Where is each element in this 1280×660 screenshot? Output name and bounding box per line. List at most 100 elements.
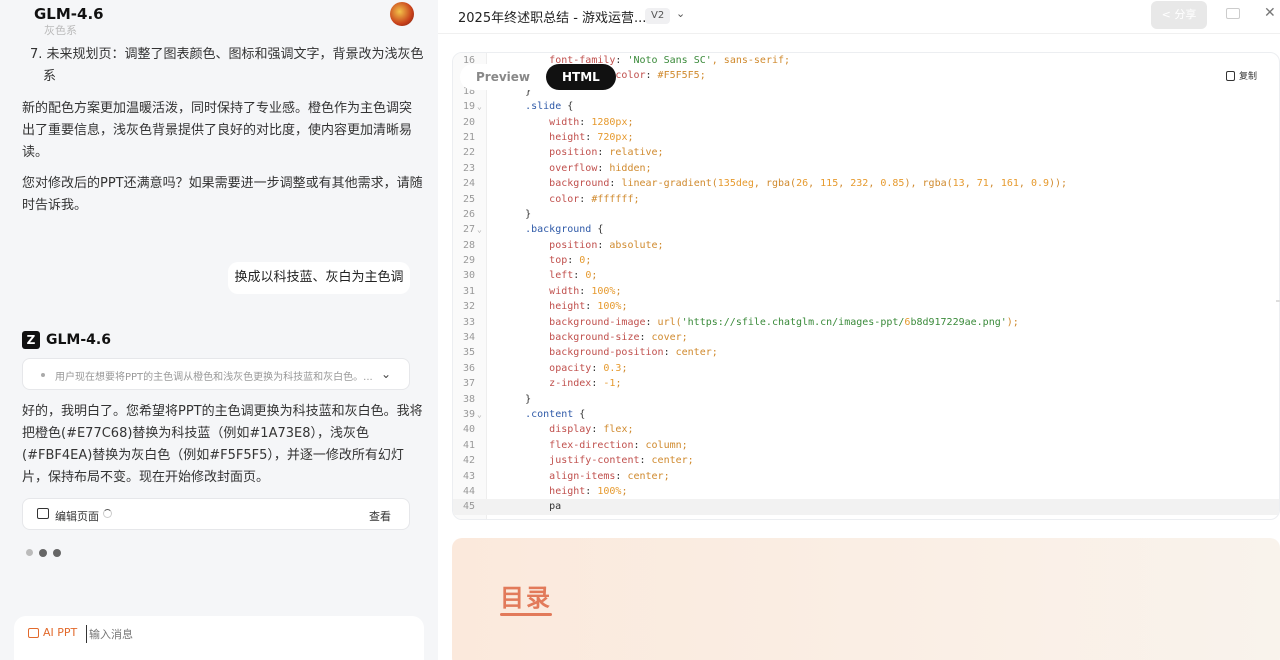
reply-line: (#FBF4EA)替换为灰白色（例如#F5F5F5），并逐一修改所有幻灯 <box>22 448 404 463</box>
code-text: .slide { <box>525 101 574 113</box>
code-text: height: 100%; <box>549 301 628 313</box>
ask-line: 您对修改后的PPT还满意吗？如果需要进一步调整或有其他需求，请随 <box>22 176 423 191</box>
line-number: 34 <box>462 332 475 344</box>
bullet-icon <box>41 373 45 377</box>
version-badge[interactable]: V2 <box>645 8 671 24</box>
bot-logo-icon: Z <box>22 331 40 349</box>
code-text: overflow: hidden; <box>549 162 652 174</box>
summary-line: 读。 <box>22 145 49 160</box>
line-number: 20 <box>462 116 475 128</box>
line-number: 35 <box>462 347 475 359</box>
copy-label: 复制 <box>1239 72 1258 82</box>
user-message-bubble: 换成以科技蓝、灰白为主色调 <box>228 262 410 294</box>
code-line: 36 opacity: 0.3; <box>453 361 1279 376</box>
line-number: 38 <box>462 393 475 405</box>
code-text: left: 0; <box>549 270 598 282</box>
line-number: 27 <box>462 224 475 236</box>
edit-page-card: 编辑页面 查看 <box>22 498 410 530</box>
line-number: 37 <box>462 378 475 390</box>
code-line: 28 position: absolute; <box>453 238 1279 253</box>
code-text: width: 100%; <box>549 285 622 297</box>
fold-chevron-icon[interactable]: ⌄ <box>477 222 482 237</box>
code-line: 41 flex-direction: column; <box>453 438 1279 453</box>
document-title: 2025年终述职总结 - 游戏运营... <box>458 11 647 26</box>
code-text: .content { <box>525 408 586 420</box>
share-label: 分享 <box>1174 8 1197 21</box>
code-line: 34 background-size: cover; <box>453 330 1279 345</box>
line-number: 36 <box>462 362 475 374</box>
code-line: 43 align-items: center; <box>453 469 1279 484</box>
code-text: color: #ffffff; <box>549 193 640 205</box>
line-number: 45 <box>462 501 475 513</box>
share-button[interactable]: < 分享 <box>1151 1 1207 29</box>
code-line: 22 position: relative; <box>453 145 1279 160</box>
code-text: display: flex; <box>549 424 634 436</box>
code-line: 38 } <box>453 392 1279 407</box>
code-line: 32 height: 100%; <box>453 299 1279 314</box>
version-chevron-down-icon[interactable]: ⌄ <box>676 7 685 20</box>
line-number: 43 <box>462 470 475 482</box>
code-line: 45 pa <box>453 499 1279 515</box>
message-composer: AI PPT <box>14 616 424 660</box>
code-line: 26 } <box>453 207 1279 222</box>
line-number: 24 <box>462 178 475 190</box>
view-tabs: Preview HTML <box>460 64 616 90</box>
thinking-panel[interactable]: 用户现在想要将PPT的主色调从橙色和浅灰色更换为科技蓝和灰白色。... ⌄ <box>22 358 410 390</box>
typing-dot <box>53 549 61 557</box>
code-text: width: 1280px; <box>549 116 634 128</box>
code-line: 39 ⌄ .content { <box>453 407 1279 422</box>
code-text: position: relative; <box>549 147 664 159</box>
code-text: z-index: -1; <box>549 378 622 390</box>
code-text: top: 0; <box>549 255 592 267</box>
slide-preview: 目录 <box>452 538 1280 660</box>
present-icon[interactable] <box>1226 8 1240 19</box>
typing-dot <box>39 549 47 557</box>
code-editor[interactable]: 16 font-family: 'Noto Sans SC', sans-ser… <box>452 52 1280 520</box>
code-text: position: absolute; <box>549 239 664 251</box>
line-number: 39 <box>462 408 475 420</box>
ai-ppt-icon <box>28 628 39 638</box>
chat-panel: GLM-4.6 灰色系 7. 未来规划页：调整了图表颜色、图标和强调文字，背景改… <box>0 0 438 660</box>
reply-line: 好的，我明白了。您希望将PPT的主色调更换为科技蓝和灰白色。我将 <box>22 404 423 419</box>
fold-chevron-icon[interactable]: ⌄ <box>477 99 482 114</box>
bot-name: GLM-4.6 <box>46 332 111 348</box>
line-number: 30 <box>462 270 475 282</box>
fold-chevron-icon[interactable]: ⌄ <box>477 407 482 422</box>
close-icon[interactable]: ✕ <box>1264 5 1276 21</box>
code-text: flex-direction: column; <box>549 439 688 451</box>
view-button[interactable]: 查看 <box>369 508 391 524</box>
line-number: 33 <box>462 316 475 328</box>
code-line: 30 left: 0; <box>453 268 1279 283</box>
copy-button[interactable]: 复制 <box>1226 69 1257 82</box>
message-input[interactable] <box>86 625 406 643</box>
code-text: height: 100%; <box>549 485 628 497</box>
bot-header: Z GLM-4.6 <box>22 330 111 350</box>
chevron-down-icon[interactable]: ⌄ <box>381 367 391 381</box>
line-number: 42 <box>462 455 475 467</box>
scrollbar[interactable] <box>1276 300 1280 302</box>
line-number: 19 <box>462 101 475 113</box>
code-line: 19 ⌄ .slide { <box>453 99 1279 114</box>
faded-text: 灰色系 <box>44 24 77 37</box>
list-item-7-line1: 7. 未来规划页：调整了图表颜色、图标和强调文字，背景改为浅灰色 <box>30 47 424 62</box>
line-number: 25 <box>462 193 475 205</box>
thinking-summary: 用户现在想要将PPT的主色调从橙色和浅灰色更换为科技蓝和灰白色。... <box>55 372 373 383</box>
loading-spinner-icon <box>103 509 112 518</box>
code-line: 44 height: 100%; <box>453 484 1279 499</box>
avatar[interactable] <box>390 2 414 26</box>
typing-dot <box>26 549 33 556</box>
share-icon: < <box>1161 8 1175 21</box>
code-line: 31 width: 100%; <box>453 284 1279 299</box>
tab-html[interactable]: HTML <box>546 64 616 90</box>
reply-line: 片，保持布局不变。现在开始修改封面页。 <box>22 470 270 485</box>
edit-page-icon <box>37 508 49 519</box>
code-lines: 16 font-family: 'Noto Sans SC', sans-ser… <box>453 53 1279 515</box>
line-number: 41 <box>462 439 475 451</box>
tab-preview[interactable]: Preview <box>460 64 546 90</box>
copy-icon <box>1226 70 1235 81</box>
edit-page-label: 编辑页面 <box>55 510 99 523</box>
ai-ppt-mode-label[interactable]: AI PPT <box>43 626 77 639</box>
code-text: background: linear-gradient(135deg, rgba… <box>549 178 1068 190</box>
line-number: 29 <box>462 255 475 267</box>
code-text: height: 720px; <box>549 131 634 143</box>
